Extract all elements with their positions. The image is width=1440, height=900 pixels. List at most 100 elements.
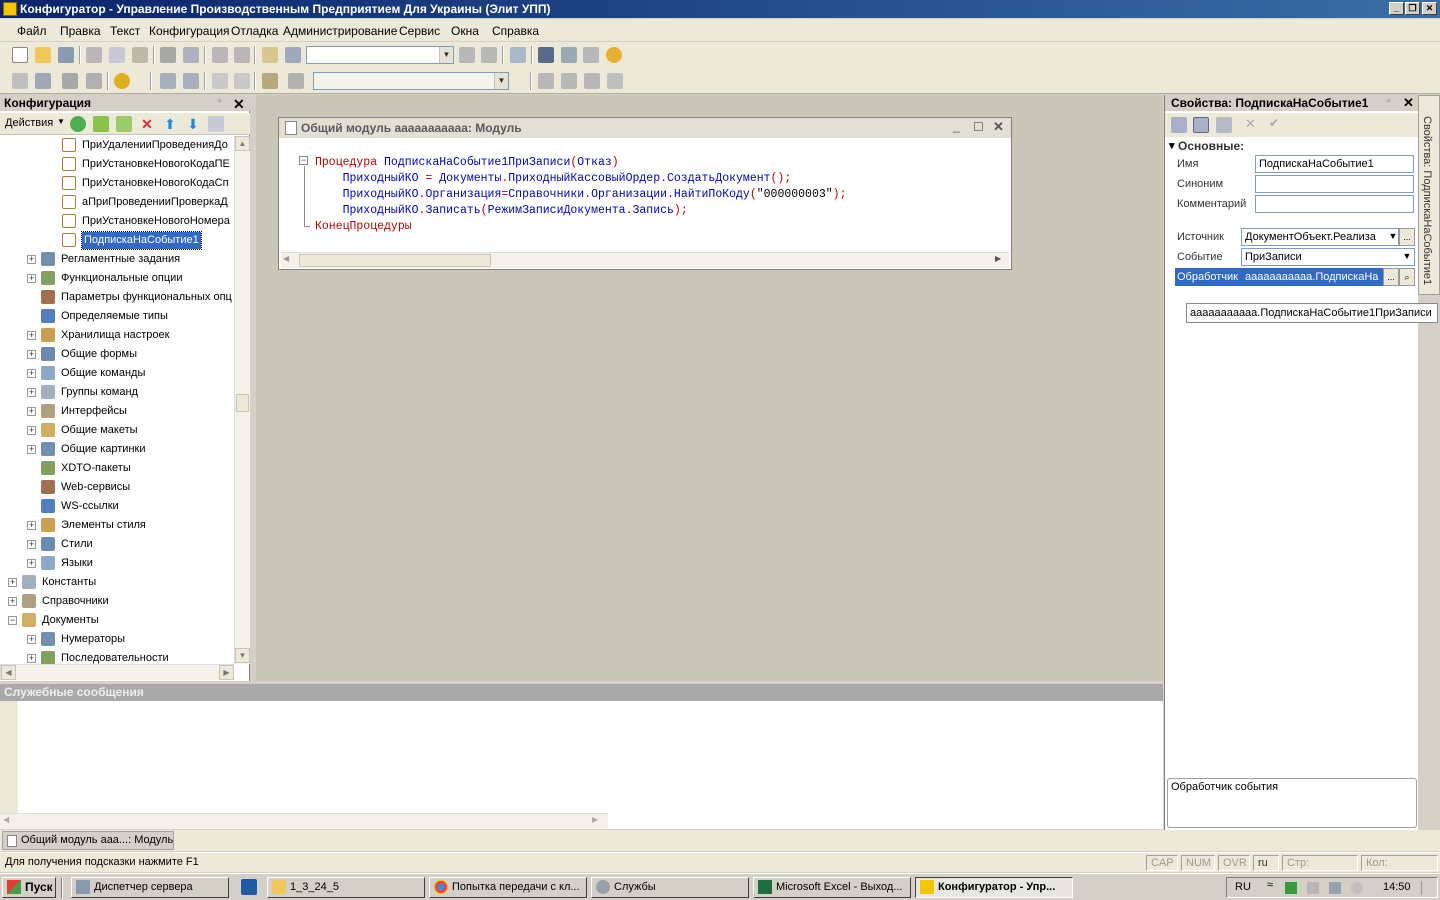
open-handler-icon[interactable]: ⌕ (1399, 268, 1415, 286)
scroll-left-icon[interactable]: ◀ (283, 254, 289, 263)
expand-icon[interactable]: + (27, 521, 36, 530)
code-line[interactable]: ПриходныйКО. Записать(РежимЗаписиДокумент… (315, 203, 688, 219)
pin-icon[interactable]: ▫ (1387, 96, 1391, 107)
expand-icon[interactable]: + (27, 426, 36, 435)
code-line[interactable]: ПриходныйКО = Документы.ПриходныйКассовы… (315, 171, 792, 187)
tree-item[interactable]: + Общие картинки (0, 440, 234, 459)
scroll-up-icon[interactable]: ▲ (235, 136, 250, 151)
minimize-icon[interactable]: _ (953, 119, 960, 133)
tree-item[interactable]: Web-сервисы (0, 478, 234, 497)
find-icon[interactable] (262, 47, 278, 63)
powershell-icon[interactable] (241, 879, 257, 895)
apply-icon[interactable]: ✔ (1269, 116, 1279, 130)
select-button[interactable]: ... (1399, 228, 1415, 246)
menu-edit[interactable]: Правка (60, 24, 101, 38)
sort-icon[interactable] (208, 116, 224, 132)
properties-side-tab[interactable]: Свойства: ПодпискаНаСобытие1 (1418, 95, 1440, 295)
close-icon[interactable]: ✕ (993, 119, 1004, 135)
tree-item[interactable]: − Документы (0, 611, 234, 630)
goto-line-icon[interactable] (288, 73, 304, 89)
run-debug-icon[interactable] (114, 73, 130, 89)
code-line[interactable]: ПриходныйКО.Организация=Справочники.Орга… (315, 187, 847, 203)
scroll-thumb[interactable] (299, 254, 491, 267)
menu-service[interactable]: Сервис (399, 24, 440, 38)
expand-icon[interactable]: + (27, 369, 36, 378)
close-icon[interactable]: ✕ (1403, 95, 1414, 111)
windows-icon[interactable] (510, 47, 526, 63)
tree-item[interactable]: + Функциональные опции (0, 269, 234, 288)
scroll-right-icon[interactable]: ▶ (592, 815, 598, 824)
add-icon[interactable] (70, 116, 86, 132)
find-next-icon[interactable] (459, 47, 475, 63)
code-horizontal-scrollbar[interactable]: ◀ ▶ (281, 252, 1009, 268)
taskbar-item-folder[interactable]: 1_3_24_5 (267, 877, 425, 898)
close-button[interactable]: ✕ (1422, 2, 1437, 15)
procedures-list-icon[interactable] (183, 73, 199, 89)
save-config-icon[interactable] (35, 73, 51, 89)
chevron-down-icon[interactable]: ▼ (494, 73, 508, 89)
sound-icon[interactable] (1351, 882, 1363, 894)
pin-icon[interactable]: ▫ (218, 96, 222, 107)
collapse-icon[interactable]: − (8, 616, 17, 625)
taskbar-item-services[interactable]: Службы (591, 877, 749, 898)
move-up-icon[interactable]: ⬆ (162, 116, 178, 132)
show-desktop-button[interactable] (1421, 881, 1431, 895)
bookmark-icon[interactable] (561, 73, 577, 89)
tree-item[interactable]: ПриУстановкеНовогоКодаПЕ (0, 155, 234, 174)
tree-item[interactable]: WS-ссылки (0, 497, 234, 516)
sort-alphabetical-icon[interactable] (1171, 117, 1187, 133)
scroll-right-icon[interactable]: ▶ (219, 665, 234, 680)
breakpoint-icon[interactable] (538, 73, 554, 89)
move-down-icon[interactable]: ⬇ (185, 116, 201, 132)
menu-file[interactable]: Файл (17, 24, 47, 38)
expand-icon[interactable]: + (27, 559, 36, 568)
maximize-icon[interactable]: ☐ (973, 120, 984, 134)
expand-icon[interactable]: + (27, 445, 36, 454)
collapse-icon[interactable]: − (299, 156, 308, 165)
taskbar-item-server-manager[interactable]: Диспетчер сервера (71, 877, 229, 898)
module-structure-icon[interactable] (160, 73, 176, 89)
scroll-left-icon[interactable]: ◀ (1, 665, 16, 680)
cut-icon[interactable] (86, 47, 102, 63)
keyboard-language[interactable]: RU (1235, 881, 1251, 893)
comment-icon[interactable] (212, 73, 228, 89)
menu-text[interactable]: Текст (110, 24, 140, 38)
tree-item[interactable]: + Общие макеты (0, 421, 234, 440)
section-expand-icon[interactable]: ▾ (1169, 139, 1175, 152)
procedure-combo[interactable]: ▼ (313, 72, 509, 90)
expand-icon[interactable]: + (8, 597, 17, 606)
copy-icon[interactable] (109, 47, 125, 63)
synonym-field[interactable] (1255, 175, 1414, 193)
compare-icon[interactable] (86, 73, 102, 89)
edit-icon[interactable] (93, 116, 109, 132)
tree-item[interactable]: + Константы (0, 573, 234, 592)
expand-icon[interactable]: + (27, 654, 36, 663)
info-icon[interactable] (606, 47, 622, 63)
select-button[interactable]: ... (1383, 268, 1399, 286)
expand-icon[interactable]: + (27, 350, 36, 359)
actions-menu[interactable]: Действия (5, 117, 53, 129)
taskbar-item-excel[interactable]: Microsoft Excel - Выход... (753, 877, 911, 898)
chevron-down-icon[interactable]: ▼ (1399, 248, 1415, 266)
tree-item[interactable]: ПодпискаНаСобытие1 (0, 231, 234, 250)
window-tab-module[interactable]: Общий модуль ааа...: Модуль (2, 831, 174, 850)
tree-item[interactable]: аПриПроведенииПроверкаД (0, 193, 234, 212)
code-editor[interactable]: Процедура ПодпискаНаСобытие1ПриЗаписи (От… (315, 155, 1005, 240)
open-config-icon[interactable] (12, 73, 28, 89)
expand-icon[interactable]: + (27, 540, 36, 549)
delete-icon[interactable]: ✕ (139, 116, 155, 132)
tree-item[interactable]: + Справочники (0, 592, 234, 611)
menu-configuration[interactable]: Конфигурация (149, 24, 230, 38)
restore-button[interactable]: ❐ (1405, 2, 1420, 15)
expand-icon[interactable]: + (27, 255, 36, 264)
display-icon[interactable] (1329, 882, 1341, 894)
expand-icon[interactable]: + (27, 388, 36, 397)
taskbar-item-chrome[interactable]: Попытка передачи с кл... (429, 877, 587, 898)
filter-icon[interactable] (1216, 117, 1232, 133)
format-icon[interactable] (262, 73, 278, 89)
menu-debug[interactable]: Отладка (231, 24, 278, 38)
expand-icon[interactable]: + (27, 274, 36, 283)
tree-item[interactable]: + Стили (0, 535, 234, 554)
tree-item[interactable]: ПриУдаленииПроведенияДо (0, 136, 234, 155)
next-bookmark-icon[interactable] (584, 73, 600, 89)
